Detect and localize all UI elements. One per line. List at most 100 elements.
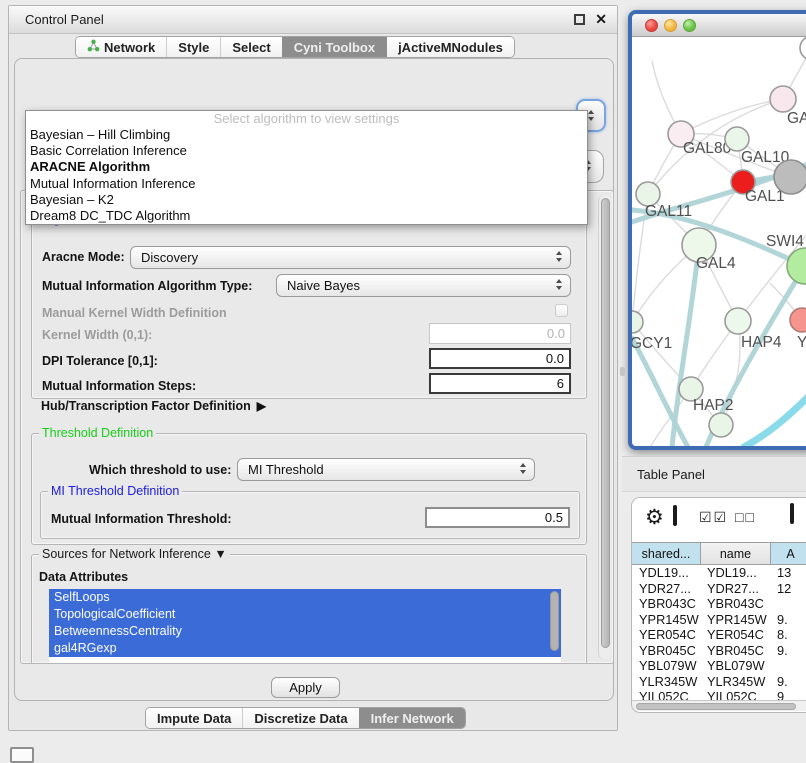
combo-arrows-icon [520, 463, 526, 474]
close-icon[interactable]: ✕ [595, 12, 607, 26]
threshold-definition-title: Threshold Definition [39, 426, 156, 440]
dropdown-item-bayesian-k2[interactable]: Bayesian – K2 [26, 192, 587, 208]
column-header-shared[interactable]: shared... [632, 542, 701, 565]
scrollbar-thumb[interactable] [601, 198, 610, 648]
network-node[interactable] [800, 37, 806, 60]
control-panel-window: Control Panel ✕ NetworkStyleSelectCyni T… [8, 5, 618, 731]
kernel-width-field[interactable] [429, 323, 571, 344]
which-threshold-label: Which threshold to use: [89, 463, 231, 477]
table-rows: YDL19...YDL19...13YDR27...YDR27...12YBR0… [632, 565, 806, 700]
columns-icon[interactable] [673, 507, 677, 525]
tab-style[interactable]: Style [166, 37, 220, 57]
bottom-tab-impute-data[interactable]: Impute Data [146, 708, 242, 728]
network-edge [744, 395, 806, 447]
gear-icon[interactable]: ⚙ [645, 507, 664, 528]
network-node-hap4[interactable] [725, 308, 751, 334]
network-node-y[interactable] [790, 308, 806, 332]
table-cell: 12 [771, 581, 806, 596]
table-row[interactable]: YPR145WYPR145W9. [632, 612, 806, 628]
dropdown-item-mutual-information-inference[interactable]: Mutual Information Inference [26, 176, 587, 192]
network-node-label: GCY1 [632, 335, 672, 352]
tab-select[interactable]: Select [220, 37, 281, 57]
tab-label: Discretize Data [254, 711, 347, 726]
table-cell: YLR345W [632, 674, 701, 689]
column-header-name[interactable]: name [701, 542, 771, 565]
which-threshold-combobox[interactable]: MI Threshold [237, 458, 535, 481]
network-node-label: HAP4 [741, 334, 782, 351]
panel-splitter-handle[interactable] [620, 367, 625, 376]
network-node-label: HAP2 [693, 397, 734, 414]
network-node-label: Y [797, 334, 806, 351]
dropdown-item-basic-correlation-inference[interactable]: Basic Correlation Inference [26, 143, 587, 159]
table-cell: YDR27... [632, 581, 701, 596]
network-view-window: GALGAL80GAL10GAL1GAL11GAL4SWI4GCY1HAP4YH… [628, 10, 806, 450]
network-node-gcy1[interactable] [632, 311, 643, 333]
expand-arrow-icon[interactable]: ▶ [257, 399, 266, 413]
table-row[interactable]: YDL19...YDL19...13 [632, 565, 806, 581]
collapse-arrow-icon[interactable]: ▼ [214, 547, 226, 561]
attribute-item-selfloops[interactable]: SelfLoops [49, 589, 561, 606]
tab-label: Network [104, 40, 155, 55]
minimize-traffic-light-icon[interactable] [664, 19, 677, 32]
network-node-label: SWI4 [766, 233, 804, 250]
network-node-swi4[interactable] [787, 248, 806, 284]
dropdown-item-bayesian-hill-climbing[interactable]: Bayesian – Hill Climbing [26, 127, 587, 143]
table-row[interactable]: YLR345WYLR345W9. [632, 674, 806, 690]
settings-vertical-scrollbar[interactable] [598, 195, 611, 659]
table-cell: YBR045C [632, 643, 701, 658]
table-horizontal-scrollbar[interactable] [632, 700, 806, 711]
table-row[interactable]: YBL079WYBL079W [632, 658, 806, 674]
table-row[interactable]: YIL052CYIL052C9 [632, 689, 806, 700]
mi-algorithm-type-combobox[interactable]: Naive Bayes [276, 274, 571, 297]
network-node-label: GAL11 [645, 203, 692, 220]
collapsed-panel-icon[interactable] [10, 747, 34, 763]
table-cell: YDR27... [701, 581, 771, 596]
table-cell: 9. [771, 643, 806, 658]
network-node-gal[interactable] [770, 86, 796, 112]
manual-kernel-label: Manual Kernel Width Definition [42, 306, 227, 320]
table-cell: YBL079W [632, 658, 701, 673]
tab-network[interactable]: Network [76, 37, 166, 57]
table-cell: YPR145W [701, 612, 771, 627]
network-node-label: GAL1 [745, 188, 785, 205]
dropdown-item-aracne-algorithm[interactable]: ARACNE Algorithm [26, 159, 587, 175]
aracne-mode-combobox[interactable]: Discovery [130, 246, 571, 269]
column-header-a[interactable]: A [771, 542, 806, 565]
hub-transcription-section[interactable]: Hub/Transcription Factor Definition ▶ [41, 399, 266, 413]
attribute-item-betweennesscentrality[interactable]: BetweennessCentrality [49, 623, 561, 640]
bottom-tab-infer-network[interactable]: Infer Network [359, 708, 465, 728]
select-all-icon[interactable]: ☑☑ [699, 509, 728, 526]
table-cell: 9. [771, 612, 806, 627]
dpi-tolerance-field[interactable] [429, 348, 571, 369]
mi-steps-field[interactable] [429, 373, 571, 394]
combo-arrows-icon [556, 279, 562, 290]
table-row[interactable]: YER054CYER054C8. [632, 627, 806, 643]
mi-algorithm-type-value: Naive Bayes [287, 278, 360, 293]
table-row[interactable]: YBR045CYBR045C9. [632, 643, 806, 659]
float-window-icon[interactable] [574, 14, 585, 25]
bottom-tab-discretize-data[interactable]: Discretize Data [242, 708, 358, 728]
network-node[interactable] [774, 160, 806, 194]
attribute-item-topologicalcoefficient[interactable]: TopologicalCoefficient [49, 606, 561, 623]
network-canvas[interactable]: GALGAL80GAL10GAL1GAL11GAL4SWI4GCY1HAP4YH… [632, 37, 806, 446]
dropdown-item-dream8-dc-tdc-algorithm[interactable]: Dream8 DC_TDC Algorithm [26, 208, 587, 224]
apply-button[interactable]: Apply [271, 677, 340, 698]
mi-threshold-field[interactable] [425, 507, 570, 528]
tab-cyni-toolbox[interactable]: Cyni Toolbox [282, 37, 386, 57]
network-node-gal10[interactable] [725, 127, 749, 151]
table-row[interactable]: YBR043CYBR043C [632, 596, 806, 612]
hub-transcription-label: Hub/Transcription Factor Definition [41, 399, 251, 413]
tab-label: Cyni Toolbox [294, 40, 375, 55]
zoom-traffic-light-icon[interactable] [683, 19, 696, 32]
close-traffic-light-icon[interactable] [645, 19, 658, 32]
table-row[interactable]: YDR27...YDR27...12 [632, 581, 806, 597]
tab-jactivemnodules[interactable]: jActiveMNodules [386, 37, 514, 57]
network-node[interactable] [709, 413, 733, 437]
deselect-all-icon[interactable]: □□ [735, 509, 756, 525]
attribute-item-gal4rgexp[interactable]: gal4RGexp [49, 640, 561, 657]
list-scrollbar-thumb[interactable] [550, 591, 559, 651]
manual-kernel-checkbox[interactable] [555, 304, 568, 317]
new-table-icon[interactable] [790, 505, 794, 523]
scrollbar-thumb[interactable] [636, 703, 796, 710]
table-cell: YER054C [701, 627, 771, 642]
